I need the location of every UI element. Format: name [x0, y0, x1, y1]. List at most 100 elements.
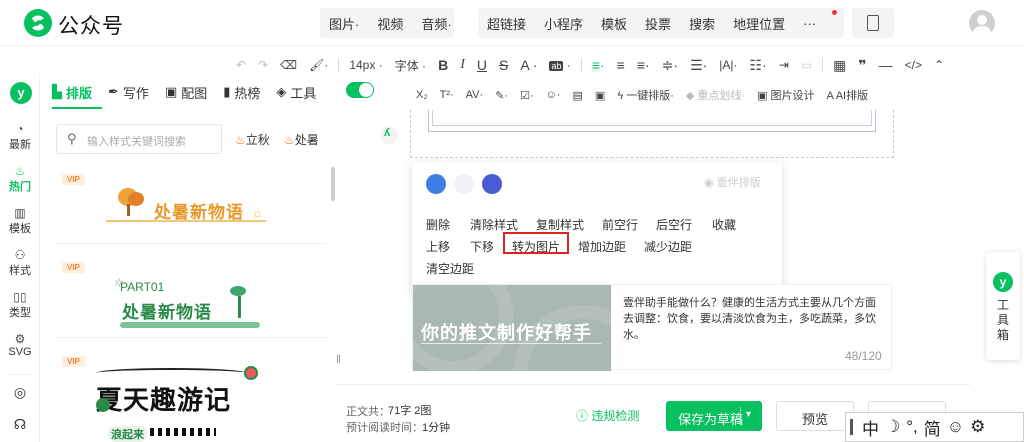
- preview-doc-button[interactable]: [852, 8, 894, 38]
- tab-image[interactable]: ▣ 配图: [157, 83, 215, 102]
- underline-icon[interactable]: U: [471, 57, 493, 73]
- headset-icon[interactable]: ☊: [0, 416, 40, 433]
- tab-hot-list[interactable]: ▮ 热榜: [215, 83, 268, 102]
- format-painter-icon[interactable]: 🖌·: [303, 58, 334, 72]
- rail-item-hot[interactable]: ♨ 热门: [0, 164, 40, 194]
- preview-button[interactable]: 预览: [776, 401, 854, 431]
- panel-toggle[interactable]: [346, 82, 374, 98]
- rail-item-type[interactable]: ▯▯ 类型: [0, 290, 40, 320]
- key-line-button[interactable]: ◆ 重点划线·: [680, 87, 751, 103]
- border-icon[interactable]: ▭: [795, 58, 818, 72]
- paragraph-spacing-icon[interactable]: ☰·: [684, 57, 713, 74]
- checkbox-icon[interactable]: ☑·: [514, 89, 540, 102]
- align-right-icon[interactable]: ≡·: [631, 57, 656, 73]
- strikethrough-icon[interactable]: S: [493, 57, 514, 73]
- hot-tag-liqiu[interactable]: ♨立秋: [235, 131, 270, 148]
- violation-check-button[interactable]: ⓘ 违规检测: [576, 407, 639, 424]
- tab-tools[interactable]: ◈ 工具: [268, 83, 324, 102]
- undo-icon[interactable]: ↶: [230, 58, 252, 72]
- code-icon[interactable]: </>: [899, 58, 928, 72]
- indent-icon[interactable]: ⇥: [773, 58, 795, 72]
- style-search-input[interactable]: ⚲ 输入样式关键词搜索: [56, 124, 222, 154]
- magic-wand-icon[interactable]: ✎·: [489, 89, 514, 102]
- style-card[interactable]: VIP ✲ PART01 处暑新物语: [56, 256, 326, 338]
- font-color-icon[interactable]: A ·: [514, 57, 543, 73]
- punctuation-toggle[interactable]: °,: [903, 417, 921, 437]
- chevron-down-icon[interactable]: ▾: [746, 409, 751, 420]
- menu-clear-margin[interactable]: 清空边距: [426, 260, 474, 277]
- rail-item-style[interactable]: ⚇ 样式: [0, 248, 40, 278]
- menu-blank-after[interactable]: 后空行: [656, 216, 692, 233]
- tab-write[interactable]: ✒ 写作: [100, 83, 157, 102]
- bold-icon[interactable]: B: [432, 57, 454, 73]
- letter-spacing-icon[interactable]: |A|·: [713, 58, 743, 72]
- ime-chinese-toggle[interactable]: 中: [859, 415, 882, 440]
- menu-blank-before[interactable]: 前空行: [602, 216, 638, 233]
- char-spacing-icon[interactable]: AV·: [460, 89, 490, 101]
- font-family-select[interactable]: 字体 ·: [389, 57, 432, 74]
- nav-hyperlink[interactable]: 超链接: [478, 14, 535, 33]
- menu-clear-style[interactable]: 清除样式: [470, 216, 518, 233]
- nav-location[interactable]: 地理位置: [724, 14, 794, 33]
- redo-icon[interactable]: ↷: [252, 58, 274, 72]
- font-size-select[interactable]: 14px ·: [343, 58, 388, 72]
- align-left-icon[interactable]: ≡·: [586, 57, 611, 73]
- hot-tag-chushu[interactable]: ♨处暑: [284, 131, 319, 148]
- color-swatch-light[interactable]: [454, 174, 474, 194]
- eraser-icon[interactable]: ⌫: [274, 58, 303, 72]
- yiban-logo-icon[interactable]: y: [10, 82, 32, 104]
- divider-line-icon[interactable]: —: [873, 57, 899, 73]
- html-icon[interactable]: ▤: [567, 89, 589, 102]
- emoji-icon[interactable]: ☺: [944, 417, 967, 437]
- nav-vote[interactable]: 投票: [636, 14, 680, 33]
- italic-icon[interactable]: I: [454, 57, 471, 73]
- rail-item-svg[interactable]: ⚙ SVG: [0, 332, 40, 358]
- nav-image[interactable]: 图片·: [320, 14, 368, 33]
- sample-block[interactable]: 你的推文制作好帮手 壹伴助手能做什么？健康的生活方式主要从几个方面去调整：饮食，…: [412, 284, 892, 371]
- save-draft-button[interactable]: 保存为草稿 ▾: [666, 401, 762, 431]
- menu-decrease-margin[interactable]: 减少边距: [644, 238, 692, 255]
- align-center-icon[interactable]: ≡: [611, 57, 631, 73]
- emoji-icon[interactable]: ☺·: [540, 89, 567, 101]
- simplified-toggle[interactable]: 简: [921, 415, 944, 440]
- menu-move-down[interactable]: 下移: [470, 238, 494, 255]
- more-button[interactable]: ···: [794, 16, 825, 31]
- subscript-icon[interactable]: X₂: [410, 89, 434, 101]
- style-card[interactable]: VIP 夏天趣游记 浪起来: [56, 350, 326, 442]
- panel-scrollbar[interactable]: [331, 167, 335, 201]
- table-icon[interactable]: ▦: [827, 57, 852, 74]
- highlight-color-icon[interactable]: ab ·: [543, 58, 576, 72]
- menu-move-up[interactable]: 上移: [426, 238, 450, 255]
- menu-favorite[interactable]: 收藏: [712, 216, 736, 233]
- menu-increase-margin[interactable]: 增加边距: [578, 238, 626, 255]
- ai-assistant-icon[interactable]: ʎ: [380, 126, 398, 144]
- menu-copy-style[interactable]: 复制样式: [536, 216, 584, 233]
- list-icon[interactable]: ☷·: [744, 57, 773, 74]
- style-card[interactable]: VIP 处暑新物语 ☼: [56, 168, 326, 244]
- briefcase-icon[interactable]: ▣: [589, 89, 611, 102]
- nav-audio[interactable]: 音频·: [412, 14, 460, 33]
- avatar[interactable]: [969, 10, 995, 36]
- tab-layout[interactable]: ▙ 排版: [44, 83, 100, 102]
- rail-item-template[interactable]: ▥ 模板: [0, 206, 40, 236]
- ai-layout-button[interactable]: A AI排版: [821, 87, 875, 103]
- nav-miniprogram[interactable]: 小程序: [535, 14, 592, 33]
- collapse-icon[interactable]: ⌃: [928, 58, 950, 72]
- color-swatch-indigo[interactable]: [482, 174, 502, 194]
- line-height-icon[interactable]: ≑·: [656, 57, 684, 74]
- nav-template[interactable]: 模板: [592, 14, 636, 33]
- ime-handle[interactable]: [850, 419, 853, 435]
- superscript-icon[interactable]: T²·: [434, 89, 460, 101]
- nav-video[interactable]: 视频: [368, 14, 412, 33]
- menu-delete[interactable]: 删除: [426, 216, 450, 233]
- settings-icon[interactable]: ⚙: [967, 417, 988, 437]
- rail-item-latest[interactable]: ◔ 最新: [0, 122, 40, 152]
- nav-search[interactable]: 搜索: [680, 14, 724, 33]
- user-icon[interactable]: ◎: [0, 384, 40, 401]
- image-design-button[interactable]: ▣ 图片设计: [751, 87, 820, 103]
- quote-icon[interactable]: ❞: [852, 57, 872, 74]
- moon-icon[interactable]: ☽: [882, 417, 903, 437]
- one-key-layout-button[interactable]: ϟ 一键排版·: [611, 87, 680, 103]
- color-swatch-blue[interactable]: [426, 174, 446, 194]
- floating-toolbox[interactable]: y 工具箱: [986, 252, 1020, 360]
